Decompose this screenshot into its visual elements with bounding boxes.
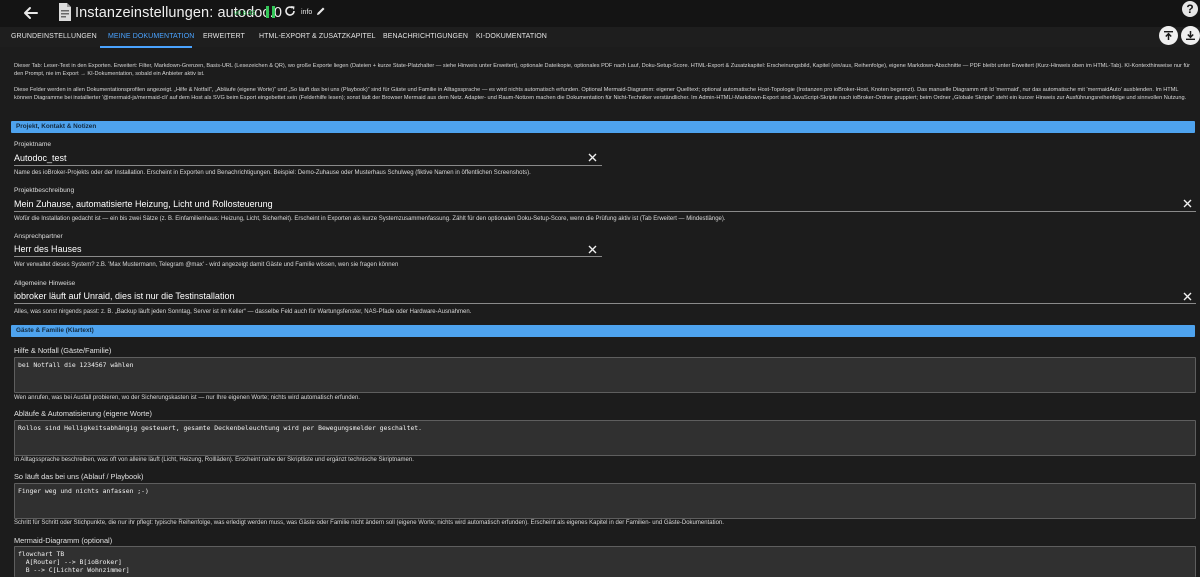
tab-erweitert[interactable]: ERWEITERT (203, 33, 245, 40)
intro-paragraph-1: Dieser Tab: Leser-Text in den Exporten. … (14, 63, 1190, 77)
tab-grundeinstellungen[interactable]: GRUNDEINSTELLUNGEN (11, 33, 97, 40)
playbook-helper: Schritt für Schritt oder Stichpunkte, di… (14, 520, 724, 526)
contact-label: Ansprechpartner (14, 233, 63, 240)
tab-ki-dokumentation[interactable]: KI-DOKUMENTATION (476, 33, 547, 40)
project-description-underline (14, 211, 1196, 212)
download-button[interactable] (1181, 26, 1200, 45)
project-description-label: Projektbeschreibung (14, 187, 75, 194)
notes-underline (14, 303, 1196, 304)
upload-button[interactable] (1159, 26, 1178, 45)
download-icon (1186, 31, 1195, 40)
tab-benachrichtigungen[interactable]: BENACHRICHTIGUNGEN (383, 33, 468, 40)
section-header-project: Projekt, Kontakt & Notizen (11, 121, 1195, 133)
contact-input[interactable]: Herr des Hauses (14, 244, 82, 254)
help-icon[interactable]: ? (1182, 1, 1198, 17)
active-tab-indicator (100, 46, 192, 48)
pencil-icon[interactable] (316, 6, 326, 16)
routines-label: Abläufe & Automatisierung (eigene Worte) (14, 409, 152, 418)
contact-helper: Wer verwaltet dieses System? z.B. 'Max M… (14, 262, 399, 268)
version-badge: v0.6.45 (234, 10, 256, 17)
routines-textarea[interactable]: Rollos sind Helligkeitsabhängig gesteuer… (14, 420, 1196, 456)
help-emergency-helper: Wen anrufen, was bei Ausfall probieren, … (14, 395, 360, 401)
pause-icon[interactable] (266, 6, 275, 18)
notes-helper: Alles, was sonst nirgends passt: z. B. „… (14, 309, 472, 315)
section-header-guests: Gäste & Familie (Klartext) (11, 325, 1195, 337)
adapter-logo-icon (59, 3, 71, 21)
project-name-input[interactable]: Autodoc_test (14, 153, 67, 163)
project-name-underline (14, 165, 602, 166)
reload-icon[interactable] (284, 5, 296, 17)
help-emergency-textarea[interactable]: bei Notfall die 1234567 wählen (14, 357, 1196, 393)
clear-icon[interactable] (1183, 199, 1192, 208)
clear-icon[interactable] (1183, 292, 1192, 301)
back-arrow-icon[interactable] (20, 2, 42, 24)
playbook-textarea[interactable]: Finger weg und nichts anfassen ;-) (14, 483, 1196, 519)
tab-html-export[interactable]: HTML-EXPORT & ZUSATZKAPITEL (259, 33, 376, 40)
notes-input[interactable]: iobroker läuft auf Unraid, dies ist nur … (14, 291, 234, 301)
upload-icon (1164, 31, 1173, 40)
routines-helper: In Alltagssprache beschreiben, was oft v… (14, 457, 414, 463)
project-name-label: Projektname (14, 141, 52, 148)
info-link[interactable]: info (301, 9, 312, 16)
clear-icon[interactable] (588, 245, 597, 254)
project-description-input[interactable]: Mein Zuhause, automatisierte Heizung, Li… (14, 199, 273, 209)
clear-icon[interactable] (588, 153, 597, 162)
tab-bar: GRUNDEINSTELLUNGEN MEINE DOKUMENTATION E… (0, 27, 1200, 47)
help-emergency-label: Hilfe & Notfall (Gäste/Familie) (14, 346, 112, 355)
playbook-label: So läuft das bei uns (Ablauf / Playbook) (14, 472, 144, 481)
mermaid-textarea[interactable]: flowchart TB A[Router] --> B[ioBroker] B… (14, 546, 1196, 577)
title-bar: Instanzeinstellungen: autodoc.0 v0.6.45 … (0, 0, 1200, 27)
intro-paragraph-2: Diese Felder werden in allen Dokumentati… (14, 87, 1187, 101)
project-name-helper: Name des ioBroker-Projekts oder der Inst… (14, 170, 531, 176)
project-description-helper: Wofür die Installation gedacht ist — ein… (14, 216, 726, 222)
notes-label: Allgemeine Hinweise (14, 280, 76, 287)
contact-underline (14, 256, 602, 257)
tab-meine-dokumentation[interactable]: MEINE DOKUMENTATION (108, 33, 194, 40)
mermaid-label: Mermaid-Diagramm (optional) (14, 536, 113, 545)
